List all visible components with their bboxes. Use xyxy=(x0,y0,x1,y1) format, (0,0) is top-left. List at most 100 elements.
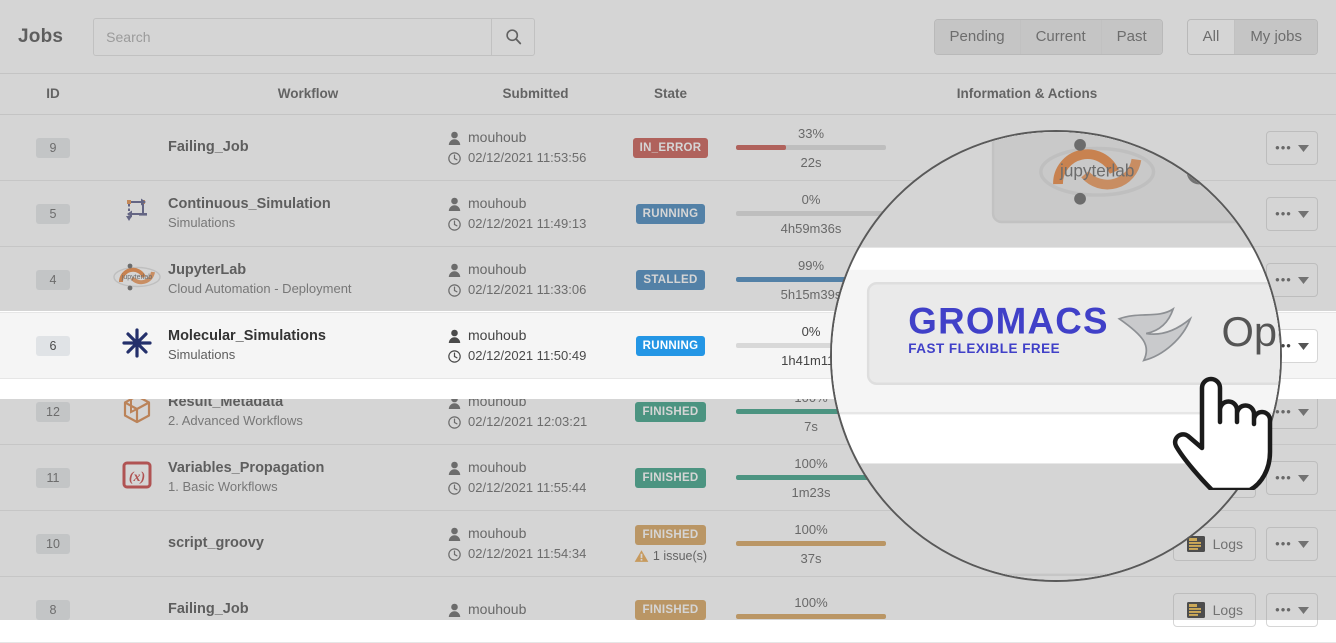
submitted-time-label: 02/12/2021 11:50:49 xyxy=(468,348,587,364)
status-badge: FINISHED xyxy=(635,524,706,545)
workflow-project: Simulations xyxy=(168,347,236,363)
filter-all[interactable]: All xyxy=(1187,19,1236,54)
progress-bar xyxy=(736,614,886,619)
caret-down-icon xyxy=(1297,144,1309,152)
filter-current[interactable]: Current xyxy=(1020,19,1102,54)
submitted-user-label: mouhoub xyxy=(468,601,527,617)
submitted-user: mouhoub xyxy=(448,457,623,478)
submitted-time: 02/12/2021 11:33:06 xyxy=(448,280,623,300)
user-icon xyxy=(448,461,461,475)
row-menu-button[interactable]: ••• xyxy=(1266,592,1318,627)
issues-label: 1 issue(s) xyxy=(652,548,708,563)
table-row[interactable]: 8 Failing_Job mouhoub FINISHED 100% Logs ••• xyxy=(0,577,1336,643)
workflow-name[interactable]: JupyterLab xyxy=(168,261,448,281)
cell-state: FINISHED 1 issue(s) xyxy=(623,511,718,577)
table-header-row: ID Workflow Submitted State Information … xyxy=(0,74,1336,115)
caret-down-icon xyxy=(1297,276,1309,284)
submitted-user: mouhoub xyxy=(448,523,623,544)
magnifier-content: Jobs Pending Current Past All My jobs xyxy=(832,132,1280,580)
cell-id: 4 xyxy=(0,247,106,313)
filter-groups: Pending Current Past All My jobs xyxy=(933,18,1318,55)
cell-id: 5 xyxy=(0,181,106,247)
workflow-name[interactable]: Variables_Propagation xyxy=(168,459,448,479)
status-badge: FINISHED xyxy=(635,401,706,422)
cell-workflow: Continuous_Simulation Simulations xyxy=(168,181,448,247)
submitted-user-label: mouhoub xyxy=(468,525,527,542)
cell-submitted: mouhoub 02/12/2021 11:55:44 xyxy=(448,445,623,511)
search-input[interactable] xyxy=(93,17,492,56)
submitted-user: mouhoub xyxy=(448,259,623,280)
status-badge: RUNNING xyxy=(635,203,706,224)
molecule-icon xyxy=(120,326,154,360)
cell-information-actions: 100% Logs ••• xyxy=(718,577,1336,643)
search-box xyxy=(93,17,536,56)
header-id[interactable]: ID xyxy=(0,74,106,115)
job-id-badge: 12 xyxy=(36,401,70,422)
warning-icon xyxy=(634,549,649,563)
cell-id: 10 xyxy=(0,511,106,577)
cell-submitted: mouhoub xyxy=(448,577,623,643)
page-title: Jobs xyxy=(18,25,64,47)
submitted-user-label: mouhoub xyxy=(468,459,527,476)
filter-past[interactable]: Past xyxy=(1101,19,1162,54)
header-icon xyxy=(106,74,168,115)
clock-icon xyxy=(448,349,461,363)
workflow-name[interactable]: Continuous_Simulation xyxy=(168,195,448,215)
workflow-name[interactable]: Failing_Job xyxy=(168,600,448,620)
workflow-name[interactable]: script_groovy xyxy=(168,534,448,554)
workflow-project: Cloud Automation - Deployment xyxy=(168,281,352,297)
submitted-time: 02/12/2021 11:49:13 xyxy=(448,214,623,234)
magnifier-lens: Jobs Pending Current Past All My jobs xyxy=(830,130,1282,582)
progress-bar-fill xyxy=(736,144,786,150)
header-submitted[interactable]: Submitted xyxy=(448,74,623,115)
cell-information-actions: 0%1h41m11s GROMACS FAST FLEXIBLE FREE Op… xyxy=(832,251,1280,413)
cell-submitted: mouhoub 02/12/2021 11:54:34 xyxy=(448,511,623,577)
search-button[interactable] xyxy=(491,17,536,56)
workflow-loop-icon xyxy=(120,194,154,228)
cell-submitted: mouhoub 02/12/2021 11:53:56 xyxy=(448,115,623,181)
open-app-button[interactable]: GROMACS FAST FLEXIBLE FREE Open Gromacs xyxy=(866,280,1280,384)
header-information-actions: Information & Actions xyxy=(718,74,1336,115)
header-workflow[interactable]: Workflow xyxy=(168,74,448,115)
user-icon xyxy=(448,131,461,145)
workflow-name[interactable]: Molecular_Simulations xyxy=(168,327,448,347)
logs-button[interactable]: Logs xyxy=(1172,592,1256,627)
cell-workflow-icon xyxy=(106,577,168,643)
cell-workflow-icon xyxy=(106,181,168,247)
submitted-time-label: 02/12/2021 11:49:13 xyxy=(468,216,587,232)
cell-state: RUNNING xyxy=(623,313,718,379)
status-badge: FINISHED xyxy=(635,467,706,488)
cell-state: FINISHED xyxy=(623,445,718,511)
submitted-user: mouhoub xyxy=(448,193,623,214)
job-id-badge: 8 xyxy=(36,599,70,620)
cell-state: STALLED xyxy=(623,247,718,313)
issues-indicator[interactable]: 1 issue(s) xyxy=(623,549,718,563)
status-badge: FINISHED xyxy=(635,599,706,620)
progress-percent: 100% xyxy=(794,595,828,610)
workflow-project: 2. Advanced Workflows xyxy=(168,413,303,429)
submitted-user-label: mouhoub xyxy=(468,261,527,278)
workflow-name[interactable]: Failing_Job xyxy=(168,138,448,158)
open-app-label: Open Gromacs xyxy=(1221,307,1280,355)
submitted-time: 02/12/2021 11:55:44 xyxy=(448,478,623,498)
svg-text:jupyterlab: jupyterlab xyxy=(121,274,152,281)
caret-down-icon xyxy=(1297,540,1309,548)
job-id-badge: 6 xyxy=(36,335,70,356)
cell-workflow: Failing_Job xyxy=(168,577,448,643)
submitted-time: 02/12/2021 11:50:49 xyxy=(448,346,623,366)
submitted-user: mouhoub xyxy=(448,325,623,346)
submitted-time-label: 02/12/2021 12:03:21 xyxy=(468,414,588,430)
cell-workflow-icon: jupyterlab xyxy=(106,247,168,313)
cell-submitted: mouhoub 02/12/2021 11:50:49 xyxy=(448,313,623,379)
cell-submitted: mouhoub 02/12/2021 11:49:13 xyxy=(448,181,623,247)
filter-my-jobs[interactable]: My jobs xyxy=(1235,19,1317,54)
caret-down-icon xyxy=(1297,474,1309,482)
status-badge: RUNNING xyxy=(635,335,706,356)
user-icon xyxy=(448,329,461,343)
submitted-time-label: 02/12/2021 11:53:56 xyxy=(468,150,587,166)
user-icon xyxy=(448,197,461,211)
filter-pending[interactable]: Pending xyxy=(934,19,1021,54)
table-row[interactable]: 6 Molecular_SimulationsSimulations mouho… xyxy=(832,251,1280,414)
status-filter-group: Pending Current Past xyxy=(933,18,1163,55)
header-state[interactable]: State xyxy=(623,74,718,115)
